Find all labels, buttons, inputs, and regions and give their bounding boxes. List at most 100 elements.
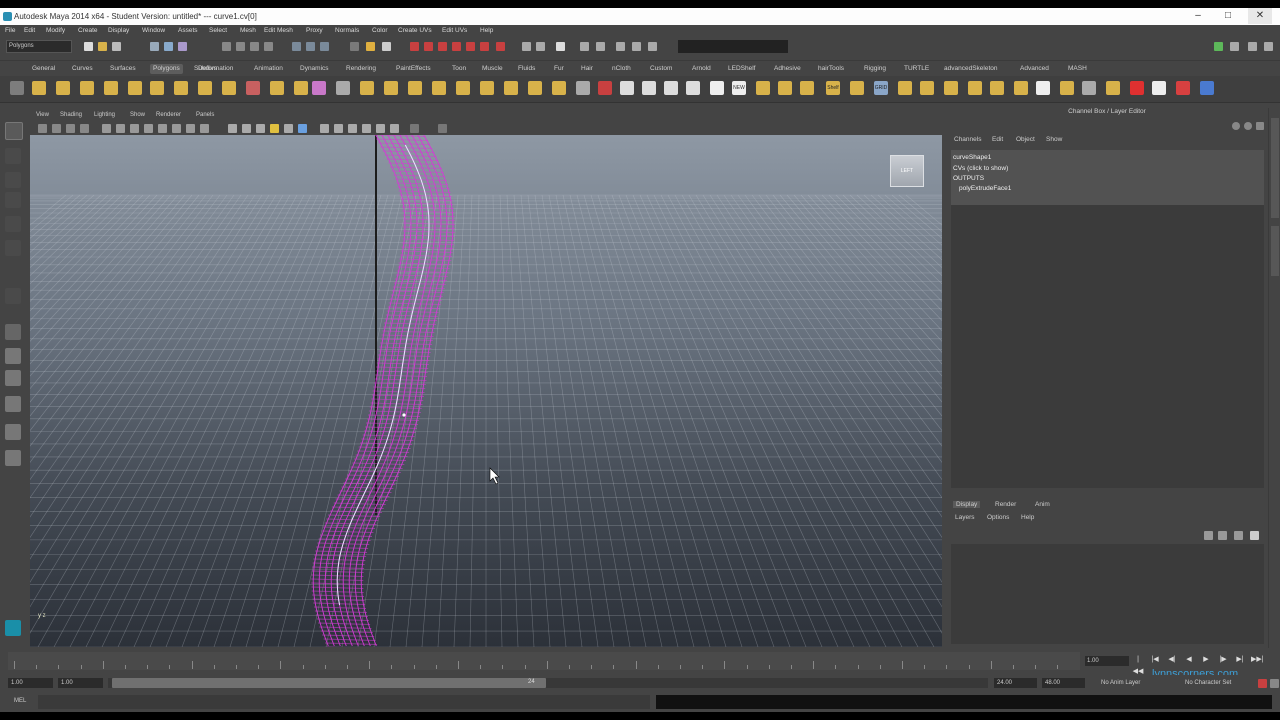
cb-menu-channels[interactable]: Channels	[954, 136, 981, 143]
cylindrical-map-icon[interactable]	[664, 81, 678, 95]
layer-menu-options[interactable]: Options	[987, 514, 1009, 521]
mirror-icon[interactable]	[576, 81, 590, 95]
sculpt-icon[interactable]	[898, 81, 912, 95]
open-scene-icon[interactable]	[98, 42, 107, 51]
poly-cube-icon[interactable]	[56, 81, 70, 95]
tab-deformation[interactable]: Deformation	[198, 65, 233, 72]
bridge-icon[interactable]	[384, 81, 398, 95]
quick-layout-icon[interactable]	[5, 324, 21, 340]
play-backwards-button[interactable]: ◀	[1183, 654, 1195, 666]
extrude-icon[interactable]	[360, 81, 374, 95]
history-icon[interactable]	[292, 42, 301, 51]
spherical-map-icon[interactable]	[686, 81, 700, 95]
isolate-select-icon[interactable]	[298, 124, 307, 133]
vp-menu-view[interactable]: View	[36, 112, 49, 118]
tab-curves[interactable]: Curves	[72, 65, 93, 72]
film-gate-icon[interactable]	[116, 124, 125, 133]
poly-cylinder-icon[interactable]	[80, 81, 94, 95]
menu-color[interactable]: Color	[372, 27, 388, 34]
playback-end-field[interactable]: 24.00	[994, 678, 1037, 688]
channel-shape-name[interactable]: curveShape1	[953, 154, 991, 161]
layout-four-icon[interactable]	[1230, 42, 1239, 51]
shadows-icon[interactable]	[284, 124, 293, 133]
perspective-viewport[interactable]: y z	[30, 135, 942, 647]
time-slider[interactable]	[8, 652, 1080, 670]
save-scene-icon[interactable]	[112, 42, 121, 51]
step-forward-frame-button[interactable]: |▶	[1217, 654, 1229, 666]
construction-history-icon[interactable]	[306, 42, 315, 51]
lattice-icon[interactable]	[778, 81, 792, 95]
poly-plane-icon[interactable]	[128, 81, 142, 95]
poly-pyramid-icon[interactable]	[198, 81, 212, 95]
wire-icon[interactable]	[850, 81, 864, 95]
input-ops-icon[interactable]	[320, 42, 329, 51]
poly-torus-icon[interactable]	[150, 81, 164, 95]
tab-display-layers[interactable]: Display	[953, 501, 981, 508]
cb-menu-edit[interactable]: Edit	[992, 136, 1003, 143]
new-layer-selected-icon[interactable]	[1250, 531, 1259, 540]
menu-edit[interactable]: Edit	[24, 27, 35, 34]
layout-persp-graph-icon[interactable]	[5, 396, 21, 412]
tab-advanced[interactable]: Advanced	[1020, 65, 1049, 72]
tab-arnold[interactable]: Arnold	[692, 65, 711, 72]
select-hierarchy-icon[interactable]	[150, 42, 159, 51]
xray-active-icon[interactable]	[348, 124, 357, 133]
vp-menu-shading[interactable]: Shading	[60, 112, 82, 118]
render-frame-icon[interactable]	[536, 42, 545, 51]
move-layer-up-icon[interactable]	[1204, 531, 1213, 540]
extract-icon[interactable]	[294, 81, 308, 95]
select-camera-icon[interactable]	[38, 124, 47, 133]
xray-icon[interactable]	[320, 124, 329, 133]
batch-render-icon[interactable]	[580, 42, 589, 51]
record-icon[interactable]	[1130, 81, 1144, 95]
sine-icon[interactable]	[990, 81, 1004, 95]
character-set-field[interactable]: No Character Set	[1182, 678, 1255, 688]
tab-toon[interactable]: Toon	[452, 65, 466, 72]
render-settings-icon[interactable]	[382, 42, 391, 51]
cb-menu-show[interactable]: Show	[1046, 136, 1062, 143]
snap-view-icon[interactable]	[264, 42, 273, 51]
menu-assets[interactable]: Assets	[178, 27, 198, 34]
move-tool-icon[interactable]	[5, 192, 21, 208]
menu-help[interactable]: Help	[480, 27, 493, 34]
step-back-key-button[interactable]: |◀	[1149, 654, 1161, 666]
gate-mask-icon[interactable]	[144, 124, 153, 133]
tab-ncloth[interactable]: nCloth	[612, 65, 631, 72]
select-tool-icon[interactable]	[5, 122, 23, 140]
auto-key-icon[interactable]	[1258, 679, 1267, 688]
boolean-icon[interactable]	[312, 81, 326, 95]
poly-sphere-icon[interactable]	[32, 81, 46, 95]
menu-edit-mesh[interactable]: Edit Mesh	[264, 27, 293, 34]
layout-hypershade-icon[interactable]	[5, 424, 21, 440]
tab-rigging[interactable]: Rigging	[864, 65, 886, 72]
snap-point-icon[interactable]	[250, 42, 259, 51]
hq-lighting-icon[interactable]	[362, 124, 371, 133]
tab-dynamics[interactable]: Dynamics	[300, 65, 329, 72]
twist-icon[interactable]	[1060, 81, 1074, 95]
xray-joints-icon[interactable]	[334, 124, 343, 133]
bevel-icon[interactable]	[504, 81, 518, 95]
layout-single-icon[interactable]	[1214, 42, 1223, 51]
blend-shape-icon[interactable]	[1106, 81, 1120, 95]
magnet-project-icon[interactable]	[496, 42, 505, 51]
anti-aliasing-icon[interactable]	[410, 124, 419, 133]
render-globals-icon[interactable]	[596, 42, 605, 51]
viewport-canvas[interactable]	[30, 135, 942, 647]
vp-menu-renderer[interactable]: Renderer	[156, 112, 181, 118]
channel-cvs[interactable]: CVs (click to show)	[953, 165, 1008, 172]
tab-muscle[interactable]: Muscle	[482, 65, 503, 72]
image-plane-icon[interactable]	[80, 124, 89, 133]
scale-tool-icon[interactable]	[5, 240, 21, 256]
poly-pipe-icon[interactable]	[222, 81, 236, 95]
motion-blur-icon[interactable]	[390, 124, 399, 133]
channel-box-toggle-icon[interactable]	[648, 42, 657, 51]
cluster-icon[interactable]	[800, 81, 814, 95]
planar-map-icon[interactable]	[642, 81, 656, 95]
offset-edge-loop-icon[interactable]	[480, 81, 494, 95]
wireframe-on-shaded-icon[interactable]	[242, 124, 251, 133]
tab-ledshelf[interactable]: LEDShelf	[728, 65, 755, 72]
render-view-icon[interactable]	[522, 42, 531, 51]
grid-icon[interactable]: GRID	[874, 81, 888, 95]
safe-action-icon[interactable]	[172, 124, 181, 133]
reverse-normals-icon[interactable]	[598, 81, 612, 95]
